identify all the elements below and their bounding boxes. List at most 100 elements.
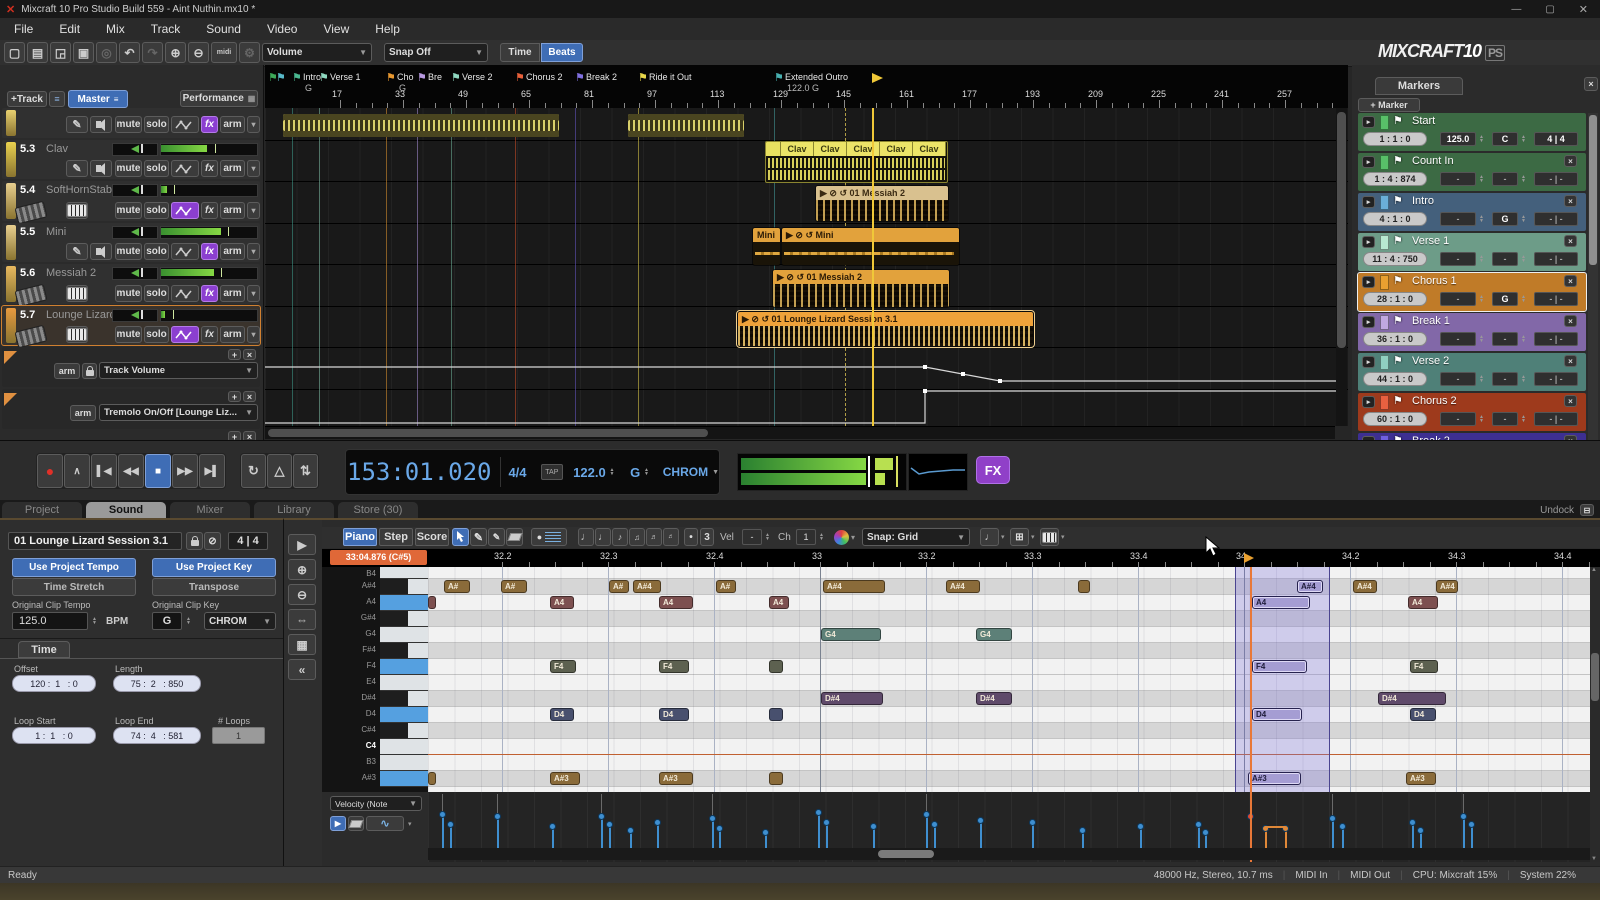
clip-cell-label[interactable]: Clav xyxy=(913,142,946,156)
marker-name[interactable]: Chorus 2 xyxy=(1412,395,1457,407)
midi-note-f4[interactable] xyxy=(769,660,783,673)
audio-waveform-clip[interactable] xyxy=(283,114,559,137)
midi-note-g4[interactable]: G4 xyxy=(821,628,881,641)
marker-row-start[interactable]: ▸⚑Start1 : 1 : 0125.0▲▼C▲▼4 | 4 xyxy=(1358,113,1586,151)
fx-button[interactable]: fx xyxy=(201,326,218,343)
track-volume-slider[interactable] xyxy=(112,143,158,156)
tempo-display[interactable]: 122.0 xyxy=(573,465,606,480)
marker-flag-label[interactable]: Bre xyxy=(428,72,442,82)
collapse-panel-icon[interactable]: « xyxy=(288,659,316,680)
markers-scroll-thumb[interactable] xyxy=(1589,115,1597,265)
snap-dropdown[interactable]: Snap Off▼ xyxy=(384,43,488,62)
midi-note-g4[interactable]: G4 xyxy=(976,628,1012,641)
arm-button[interactable]: arm xyxy=(220,202,245,219)
midi-note-a#4[interactable] xyxy=(1078,580,1090,593)
beats-mode-button[interactable]: Beats xyxy=(541,43,583,62)
instrument-icon[interactable] xyxy=(14,325,47,349)
piano-key-e4[interactable] xyxy=(380,675,428,691)
track-header-Clav[interactable]: 5.3Clav✎mutesolofxarm▾ xyxy=(2,140,260,179)
loop-end-field[interactable]: 74 : 4 : 581 xyxy=(113,727,201,744)
automation-button[interactable] xyxy=(171,202,199,219)
track-header-Messiah 2[interactable]: 5.6Messiah 2mutesolofxarm▾ xyxy=(2,264,260,304)
menu-help[interactable]: Help xyxy=(375,22,400,36)
grid-icon[interactable]: ▦ xyxy=(288,634,316,655)
key-spinner[interactable]: ▲▼ xyxy=(1519,332,1528,346)
marker-expand-button[interactable]: ▸ xyxy=(1362,236,1375,248)
piano-roll-ruler[interactable]: 33:04.876 (C#5)32.232.332.43333.233.333.… xyxy=(322,549,1600,567)
automation-type-dropdown[interactable]: Volume▼ xyxy=(262,43,372,62)
add-marker-button[interactable]: + Marker xyxy=(1358,98,1420,112)
clip-header[interactable]: Mini xyxy=(753,228,780,242)
tempo-spinner[interactable]: ▲▼ xyxy=(1477,372,1486,386)
arrangement-hscrollbar[interactable] xyxy=(265,426,1335,439)
playhead-line[interactable] xyxy=(872,108,874,426)
marker-signature-field[interactable]: 4 | 4 xyxy=(1534,132,1578,146)
add-lane-button[interactable]: + xyxy=(228,431,241,440)
velocity-handle[interactable] xyxy=(1079,827,1086,834)
tempo-spinner[interactable]: ▲▼ xyxy=(1477,212,1486,226)
speaker-icon-button[interactable] xyxy=(90,160,112,177)
midi-note-d4[interactable] xyxy=(769,708,783,721)
velocity-handle[interactable] xyxy=(1137,823,1144,830)
go-to-end-button[interactable]: ▶▌ xyxy=(199,454,225,488)
solo-button[interactable]: solo xyxy=(144,326,169,343)
midi-note-a4[interactable]: A4 xyxy=(769,596,789,609)
marker-flag-label[interactable]: Cho xyxy=(397,72,414,82)
midi-note-a#[interactable]: A# xyxy=(716,580,736,593)
key-spinner[interactable]: ▲▼ xyxy=(1519,212,1528,226)
fast-forward-button[interactable]: ▶▶ xyxy=(172,454,198,488)
length-field[interactable]: 75 : 2 : 850 xyxy=(113,675,201,692)
marker-key-field[interactable]: - xyxy=(1492,332,1518,346)
clip-mini[interactable]: ▶ ⊘ ↺ Mini xyxy=(781,227,960,266)
lane-lock-button[interactable] xyxy=(82,363,97,379)
automation-button[interactable] xyxy=(171,285,199,302)
undock-button[interactable]: ⊟ xyxy=(1580,504,1594,516)
fx-button[interactable]: fx xyxy=(201,116,218,133)
key-spinner[interactable]: ▲▼ xyxy=(1519,292,1528,306)
keyboard-icon-button[interactable] xyxy=(66,202,88,219)
loop-start-field[interactable]: 1 : 1 : 0 xyxy=(12,727,96,744)
marker-row-chorus-1[interactable]: ▸⚑Chorus 1×28 : 1 : 0-▲▼G▲▼- | - xyxy=(1358,273,1586,311)
go-to-start-button[interactable]: ▌◀ xyxy=(91,454,117,488)
velocity-handle[interactable] xyxy=(1468,821,1475,828)
speaker-icon-button[interactable] xyxy=(90,116,112,133)
scroll-down-arrow[interactable]: ▼ xyxy=(1591,856,1597,862)
midi-note-d#4[interactable]: D#4 xyxy=(976,692,1012,705)
marker-row-chorus-2[interactable]: ▸⚑Chorus 2×60 : 1 : 0-▲▼-▲▼- | - xyxy=(1358,393,1586,431)
arrangement-area[interactable]: ClavClavClavClavClav▶ ⊘ ↺ 01 Messiah 2Mi… xyxy=(265,108,1348,426)
mute-button[interactable]: mute xyxy=(115,243,142,260)
solo-button[interactable]: solo xyxy=(144,116,169,133)
piano-key-b3[interactable] xyxy=(380,755,428,771)
marker-expand-button[interactable]: ▸ xyxy=(1362,356,1375,368)
quantize-icon[interactable]: ♩ xyxy=(980,528,999,546)
piano-key-d4[interactable] xyxy=(380,707,428,723)
note-duration-button[interactable]: ♬ xyxy=(646,528,662,546)
time-tab[interactable]: Time xyxy=(18,641,70,658)
marker-flag-icon[interactable]: ⚑ xyxy=(292,71,302,84)
chevron-down-icon[interactable]: ▾ xyxy=(1001,533,1005,541)
marker-expand-button[interactable]: ▸ xyxy=(1362,276,1375,288)
clip-disable-button[interactable]: ⊘ xyxy=(204,532,221,550)
clip-header[interactable]: ▶ ⊘ ↺ 01 Messiah 2 xyxy=(816,186,948,200)
midi-note-a#3[interactable]: A#3 xyxy=(659,772,693,785)
clip-scale-dropdown[interactable]: CHROM▼ xyxy=(204,612,276,630)
track-options-chevron[interactable]: ▾ xyxy=(247,285,260,302)
marker-expand-button[interactable]: ▸ xyxy=(1362,116,1375,128)
marker-flag-label[interactable]: Verse 1 xyxy=(330,72,361,82)
remove-lane-button[interactable]: × xyxy=(243,391,256,402)
track-name[interactable]: SoftHornStabs xyxy=(46,184,118,196)
marker-flag-icon[interactable]: ⚑ xyxy=(638,71,648,84)
velocity-handle[interactable] xyxy=(709,815,716,822)
pencil-icon-button[interactable]: ✎ xyxy=(66,116,88,133)
velocity-select-tool[interactable]: ▶ xyxy=(330,816,346,831)
track-name[interactable]: Messiah 2 xyxy=(46,267,96,279)
chevron-down-icon[interactable]: ▾ xyxy=(1061,533,1065,541)
piano-key-g#4[interactable] xyxy=(380,611,428,627)
scale-display[interactable]: CHROM xyxy=(663,465,708,479)
automation-lane-header[interactable]: +×armTrack Volume▼ xyxy=(2,347,260,387)
eraser-tool-button[interactable] xyxy=(506,528,523,546)
midi-note-d#4[interactable]: D#4 xyxy=(1378,692,1446,705)
arrangement-vscrollbar[interactable] xyxy=(1336,108,1347,426)
velocity-handle[interactable] xyxy=(1409,819,1416,826)
midi-note-a#4[interactable]: A#4 xyxy=(946,580,980,593)
